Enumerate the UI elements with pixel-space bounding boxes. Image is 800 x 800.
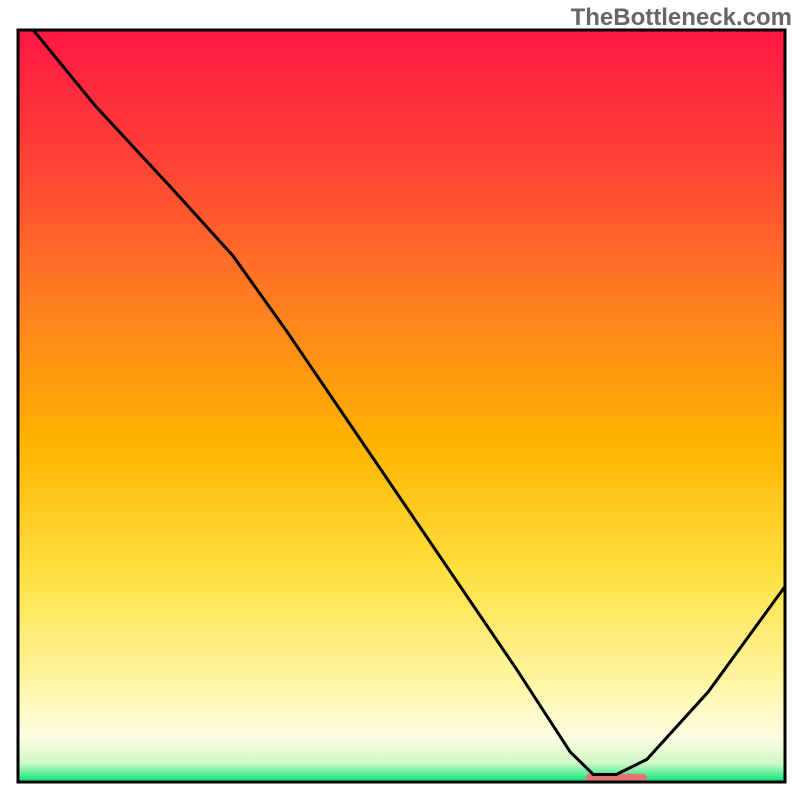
chart-svg [0, 0, 800, 800]
watermark-text: TheBottleneck.com [571, 4, 792, 32]
plot-background [18, 30, 785, 782]
chart-container: TheBottleneck.com [0, 0, 800, 800]
